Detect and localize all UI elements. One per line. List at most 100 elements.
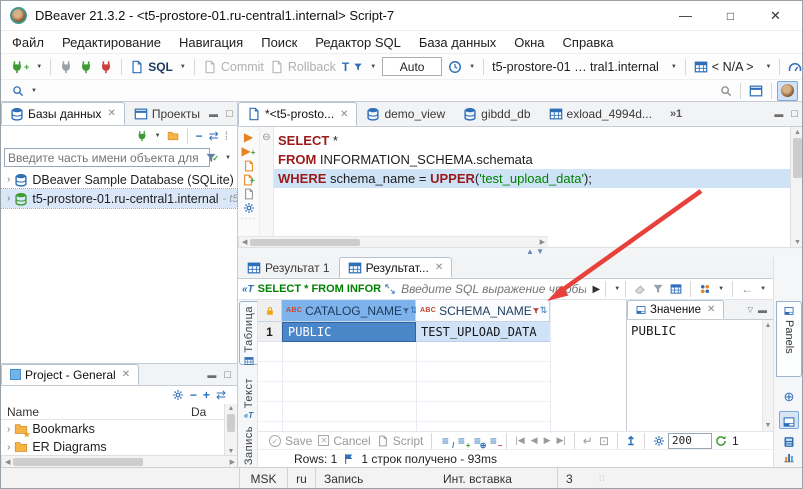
next-row-button[interactable]: ▶ [541,434,554,447]
menu-edit[interactable]: Редактирование [53,35,170,50]
commit-button[interactable]: Commit [200,59,267,75]
settings-gear-icon[interactable] [169,388,187,402]
duplicate-row-button[interactable]: ≡⊕ [469,434,485,448]
clear-filter-eraser-icon[interactable] [631,282,649,296]
tab-project-general[interactable]: Project - General✕ [1,364,139,385]
vtab-grid[interactable]: Таблица [239,301,258,365]
execute-script-new-tab-button[interactable]: + [238,172,259,186]
editor-results-splitter[interactable]: ▲ ▼ [238,247,803,257]
dbeaver-perspective-button[interactable] [777,81,798,101]
refresh-button[interactable] [712,434,730,448]
panel-chart-icon[interactable] [774,449,803,463]
tree-item-bookmarks[interactable]: › ★ Bookmarks [1,420,237,438]
maximize-view-icon[interactable]: □ [224,369,231,381]
search-button[interactable]: ▼ [9,84,40,98]
tab-projects[interactable]: Проекты [125,102,209,125]
expander-icon[interactable]: › [7,193,10,204]
collapse-all-button[interactable]: − [193,128,206,144]
select-row-button[interactable]: ⊡ [596,433,612,449]
filter-expression-input[interactable] [398,280,589,299]
tab-exload[interactable]: exload_4994d... [540,102,661,126]
link-with-editor-button[interactable]: ⇄ [213,387,229,403]
grid-row-1[interactable]: 1 PUBLIC TEST_UPLOAD_DATA [258,322,626,342]
object-filter-input[interactable] [4,148,210,167]
maximize-button[interactable]: □ [708,9,753,23]
value-vscrollbar[interactable]: ▲▼ [762,320,773,431]
menu-help[interactable]: Справка [554,35,623,50]
tab-databases[interactable]: Базы данных✕ [1,102,125,125]
tree-item-t5-prostore[interactable]: › t5-prostore-01.ru-central1.internal - … [1,189,237,208]
status-smart-insert[interactable]: Инт. вставка [435,468,557,489]
script-button[interactable]: Script [374,433,427,449]
code-area[interactable]: SELECT * FROM INFORMATION_SCHEMA.schemat… [274,127,790,248]
status-timezone[interactable]: MSK [239,468,287,489]
grid-settings-icon[interactable] [667,282,685,296]
quick-search-icon[interactable] [717,84,735,98]
chevron-down-icon[interactable]: ▼ [225,155,231,161]
collapse-all-button[interactable]: − [187,387,200,403]
open-perspective-button[interactable] [746,83,766,99]
minimize-view-icon[interactable]: ▬ [209,109,218,119]
expander-icon[interactable]: › [7,424,10,435]
transaction-mode-button[interactable]: T▼ [339,59,379,75]
editor-settings-gear-icon[interactable] [238,200,259,214]
rollback-button[interactable]: Rollback [267,59,339,75]
menu-navigation[interactable]: Навигация [170,35,252,50]
tab-overflow-chevron[interactable]: »1 [661,102,691,126]
first-row-button[interactable]: |◀ [512,434,527,447]
menu-file[interactable]: Файл [3,35,53,50]
cancel-button[interactable]: ✕Cancel [315,433,373,449]
filter-settings-icon[interactable]: ✓ [205,150,219,164]
column-header-date[interactable]: Da [191,405,206,419]
editor-vscrollbar[interactable]: ▲▼ [790,127,803,248]
close-button[interactable]: ✕ [753,8,798,24]
fetch-size-input[interactable] [668,433,712,449]
vtab-panels[interactable]: Panels [776,301,802,377]
column-header-schema-name[interactable]: ABCSCHEMA_NAME⇅ [416,300,550,322]
minimize-view-icon[interactable]: ▬ [207,370,216,380]
add-row-button[interactable]: ≡+ [453,434,469,448]
project-hscrollbar[interactable]: ◀▶ [1,455,238,467]
close-icon[interactable]: ✕ [122,369,130,380]
connection-selector[interactable]: t5-prostore-01 … tral1.internal▼ [489,59,680,75]
status-insert-mode[interactable]: Запись [315,468,435,489]
tree-item-er-diagrams[interactable]: › ER Diagrams [1,438,237,456]
commit-mode-combo[interactable]: Auto [382,57,442,76]
execute-new-tab-button[interactable]: ▶+ [238,144,259,158]
close-icon[interactable]: ✕ [707,304,715,315]
execute-script-button[interactable] [238,158,259,172]
disconnect-button[interactable] [96,59,116,75]
minimize-button[interactable]: — [663,8,708,23]
execute-query-button[interactable]: ▶ [238,127,259,144]
minimize-view-icon[interactable]: ▬ [758,305,767,315]
nav-back-button[interactable]: ←▼ [738,281,769,297]
tab-script[interactable]: *<t5-prosto...✕ [238,102,357,126]
new-folder-button[interactable] [164,129,182,143]
save-button[interactable]: ✓Save [266,433,315,449]
tab-demo-view[interactable]: demo_view [357,102,454,126]
status-cursor-position[interactable]: 3 [557,468,597,489]
prev-row-button[interactable]: ◀ [528,434,541,447]
expander-icon[interactable]: › [7,174,10,185]
cell-schema-name[interactable]: TEST_UPLOAD_DATA [416,322,550,342]
value-content[interactable]: PUBLIC [627,320,773,341]
filter-history-chevron[interactable]: ▼ [614,286,620,292]
column-header-name[interactable]: Name [1,405,191,419]
editor-hscrollbar[interactable]: ◀▶ [238,236,548,247]
tree-item-sample-database[interactable]: › DBeaver Sample Database (SQLite) [1,170,237,189]
row-number-cell[interactable]: 1 [258,322,282,342]
export-data-button[interactable]: ↥ [623,433,639,449]
connect-button[interactable] [56,59,76,75]
project-vscrollbar[interactable]: ▲▼ [224,404,237,456]
menu-database[interactable]: База данных [410,35,505,50]
vtab-text[interactable]: Текст«T [239,374,258,418]
link-with-editor-button[interactable]: ⇄ [206,128,222,144]
panel-calc-icon[interactable] [774,434,803,448]
filter-query-text[interactable]: SELECT * FROM INFOR [258,283,381,295]
panel-value-toggle[interactable] [779,411,799,429]
reconnect-button[interactable] [76,59,96,75]
transaction-log-button[interactable]: ▼ [445,59,478,75]
expander-icon[interactable]: › [7,442,10,453]
maximize-view-icon[interactable]: □ [791,108,798,120]
dashboard-button[interactable] [785,59,803,75]
